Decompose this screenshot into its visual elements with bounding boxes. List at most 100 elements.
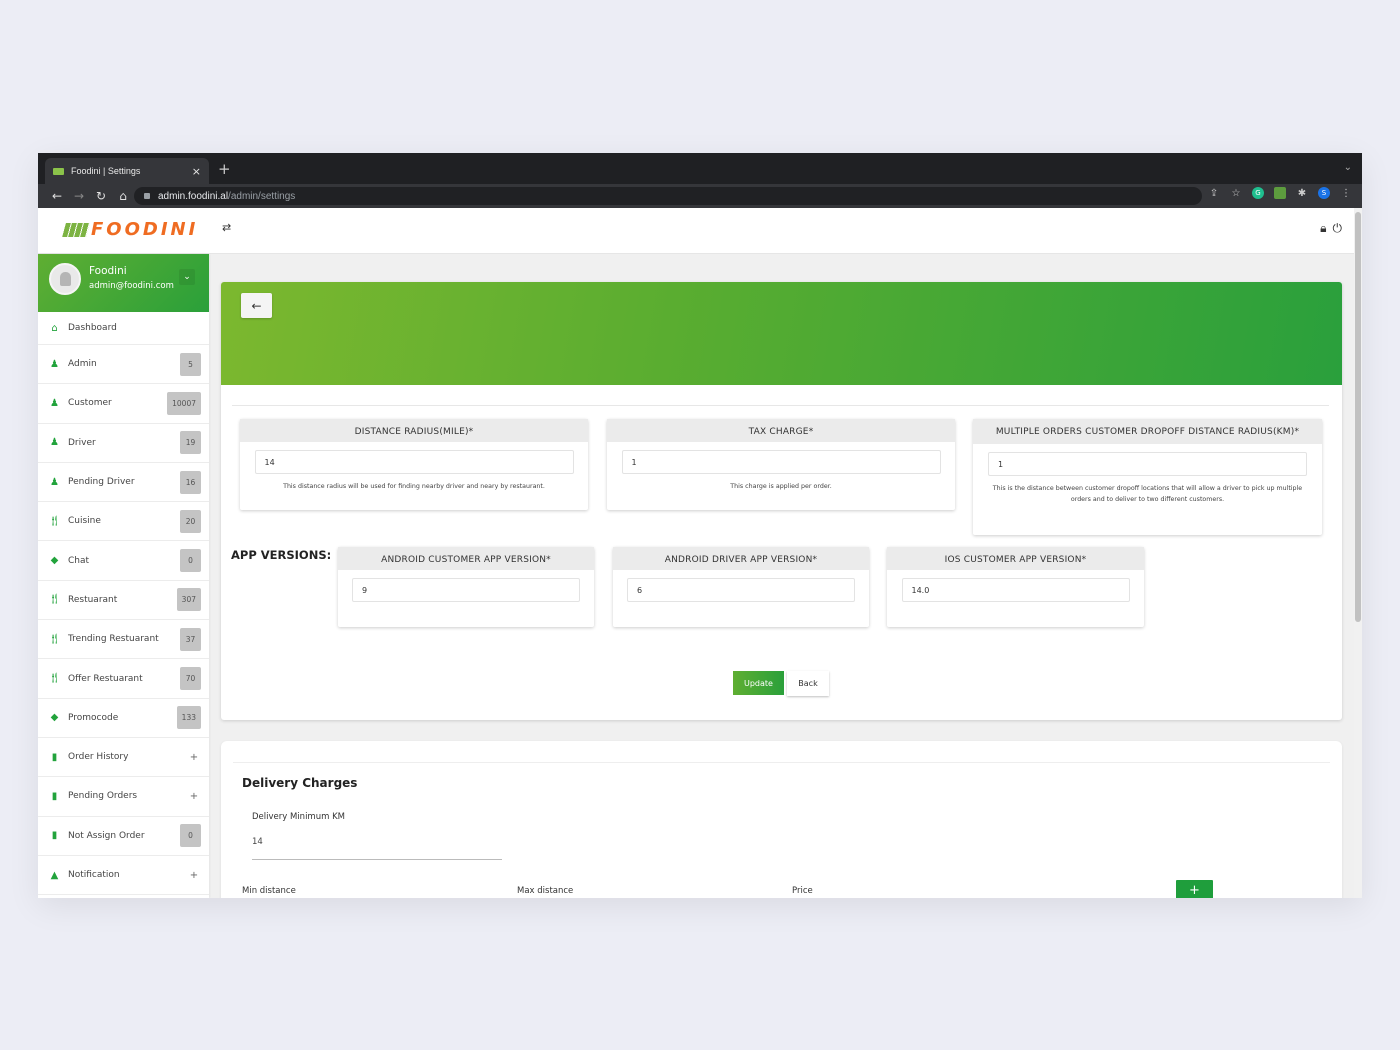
reload-icon[interactable]: ↻	[90, 189, 112, 203]
add-delivery-charge-button[interactable]: +	[1176, 880, 1213, 898]
favicon-icon	[53, 167, 64, 175]
extensions-puzzle-icon[interactable]: ✱	[1296, 187, 1308, 199]
back-icon[interactable]: ←	[46, 189, 68, 203]
count-badge: 19	[180, 431, 201, 455]
sidebar-item-label: Notification	[68, 870, 120, 880]
browser-toolbar: ← → ↻ ⌂ admin.foodini.al/admin/settings …	[38, 184, 1362, 208]
settings-card: ← DISTANCE RADIUS(MILE)* This distance r…	[221, 282, 1342, 720]
cutlery-icon: 🍴︎	[48, 633, 61, 645]
sidebar-item-dashboard[interactable]: ⌂ Dashboard	[38, 312, 209, 345]
count-badge: 16	[180, 470, 201, 494]
distance-radius-box: DISTANCE RADIUS(MILE)* This distance rad…	[240, 419, 588, 510]
forward-icon[interactable]: →	[68, 189, 90, 203]
count-badge: 5	[180, 352, 201, 376]
expand-plus-icon[interactable]: +	[187, 870, 201, 881]
share-icon[interactable]: ⇪	[1208, 187, 1220, 199]
count-badge: 70	[180, 667, 201, 691]
logo-text: FOODINI	[91, 219, 199, 240]
sidebar-item-not-assign-order[interactable]: ▮ Not Assign Order 0	[38, 817, 209, 856]
page-scrollbar[interactable]	[1354, 208, 1362, 898]
sidebar-item-restuarant[interactable]: 🍴︎ Restuarant 307	[38, 581, 209, 621]
file-icon: ▮	[51, 790, 58, 802]
sidebar-item-pending-orders[interactable]: ▮ Pending Orders +	[38, 777, 209, 817]
cutlery-icon: 🍴︎	[48, 594, 61, 606]
profile-card: Foodini admin@foodini.com ⌄	[38, 254, 209, 312]
close-tab-icon[interactable]: ×	[192, 165, 201, 178]
url-host: admin.foodini.al	[158, 190, 229, 202]
delivery-charges-title: Delivery Charges	[242, 776, 358, 790]
sidebar-item-chat[interactable]: ◆ Chat 0	[38, 541, 209, 581]
android-driver-version-box: ANDROID DRIVER APP VERSION*	[613, 547, 869, 627]
update-button[interactable]: Update	[733, 671, 784, 695]
delivery-min-km-label: Delivery Minimum KM	[252, 812, 345, 822]
tax-charge-input[interactable]	[621, 450, 941, 474]
power-logout-icon[interactable]: ⏻	[1333, 221, 1343, 236]
sidebar-item-label: Trending Restuarant	[68, 634, 159, 645]
back-button[interactable]: Back	[787, 671, 829, 696]
price-header: Price	[792, 886, 813, 896]
address-bar[interactable]: admin.foodini.al/admin/settings	[134, 187, 1202, 205]
sidebar-item-cuisine[interactable]: 🍴︎ Cuisine 20	[38, 502, 209, 542]
count-badge: 10007	[167, 391, 201, 415]
sidebar-item-trending-restuarant[interactable]: 🍴︎ Trending Restuarant 37	[38, 620, 209, 660]
ios-customer-version-input[interactable]	[901, 578, 1130, 602]
delivery-charges-card: Delivery Charges Delivery Minimum KM 14 …	[221, 741, 1342, 898]
sidebar-item-driver[interactable]: ♟ Driver 19	[38, 424, 209, 463]
multi-dropoff-box: MULTIPLE ORDERS CUSTOMER DROPOFF DISTANC…	[973, 419, 1322, 535]
browser-window: Foodini | Settings × + ⌄ ← → ↻ ⌂ admin.f…	[38, 153, 1362, 898]
cutlery-icon: 🍴︎	[48, 673, 61, 685]
browser-tab[interactable]: Foodini | Settings ×	[45, 158, 209, 184]
settings-banner: ←	[221, 282, 1342, 385]
bell-icon: ▲	[50, 869, 59, 881]
profile-dropdown-chevron-icon[interactable]: ⌄	[179, 269, 195, 285]
back-arrow-button[interactable]: ←	[241, 293, 272, 318]
android-driver-version-input[interactable]	[627, 578, 855, 602]
header-actions: 🔒︎ ⏻	[1320, 221, 1342, 236]
reader-extension-icon[interactable]	[1274, 187, 1286, 199]
sidebar-item-admin[interactable]: ♟ Admin 5	[38, 345, 209, 385]
bookmark-star-icon[interactable]: ☆	[1230, 187, 1242, 199]
scrollbar-thumb[interactable]	[1355, 212, 1361, 622]
expand-plus-icon[interactable]: +	[187, 752, 201, 763]
foodini-logo[interactable]: FOODINI	[62, 219, 199, 240]
user-icon: ♟	[50, 358, 59, 370]
sidebar-item-notification[interactable]: ▲ Notification +	[38, 856, 209, 896]
sidebar-item-label: Offer Restuarant	[68, 673, 143, 684]
sidebar-item-pending-driver[interactable]: ♟ Pending Driver 16	[38, 463, 209, 503]
avatar[interactable]	[49, 263, 81, 295]
sidebar-item-promocode[interactable]: ◆ Promocode 133	[38, 699, 209, 738]
sidebar-item-label: Order History	[68, 752, 129, 763]
grammarly-extension-icon[interactable]: G	[1252, 187, 1264, 199]
expand-plus-icon[interactable]: +	[187, 791, 201, 802]
sidebar-toggle-icon[interactable]: ⇄	[222, 221, 231, 234]
sidebar-item-label: Chat	[68, 555, 90, 566]
sidebar-item-order-history[interactable]: ▮ Order History +	[38, 738, 209, 778]
new-tab-icon[interactable]: +	[218, 160, 231, 178]
sidebar: Foodini admin@foodini.com ⌄ ⌂ Dashboard ♟ A…	[38, 254, 209, 898]
sidebar-item-label: Admin	[68, 359, 97, 370]
ios-customer-version-label: IOS CUSTOMER APP VERSION*	[887, 547, 1144, 570]
android-customer-version-input[interactable]	[352, 578, 580, 602]
user-icon: ♟	[50, 397, 59, 409]
distance-radius-hint: This distance radius will be used for fi…	[283, 483, 545, 490]
home-icon[interactable]: ⌂	[112, 189, 134, 203]
tab-search-chevron-icon[interactable]: ⌄	[1344, 162, 1352, 173]
count-badge: 0	[180, 549, 201, 573]
android-driver-version-label: ANDROID DRIVER APP VERSION*	[613, 547, 869, 570]
multi-dropoff-input[interactable]	[988, 452, 1307, 476]
sidebar-item-label: Pending Orders	[68, 791, 138, 802]
sidebar-item-label: Pending Driver	[68, 477, 135, 488]
sidebar-item-offer-restuarant[interactable]: 🍴︎ Offer Restuarant 70	[38, 659, 209, 699]
url-path: /admin/settings	[228, 190, 296, 202]
tax-charge-hint: This charge is applied per order.	[730, 483, 832, 490]
distance-radius-input[interactable]	[254, 450, 574, 474]
delivery-min-km-input[interactable]: 14	[252, 837, 263, 847]
lock-screen-icon[interactable]: 🔒︎	[1320, 221, 1326, 236]
profile-avatar-icon[interactable]: S	[1318, 187, 1330, 199]
sidebar-menu: ⌂ Dashboard ♟ Admin 5 ♟ Customer 10007 ♟ Driver 19…	[38, 312, 209, 896]
file-icon: ▮	[51, 830, 58, 842]
extension-bar: ⇪ ☆ G ✱ S ⋮	[1208, 187, 1352, 199]
logo-mark-icon	[62, 222, 90, 237]
sidebar-item-customer[interactable]: ♟ Customer 10007	[38, 384, 209, 424]
browser-menu-icon[interactable]: ⋮	[1340, 187, 1352, 199]
